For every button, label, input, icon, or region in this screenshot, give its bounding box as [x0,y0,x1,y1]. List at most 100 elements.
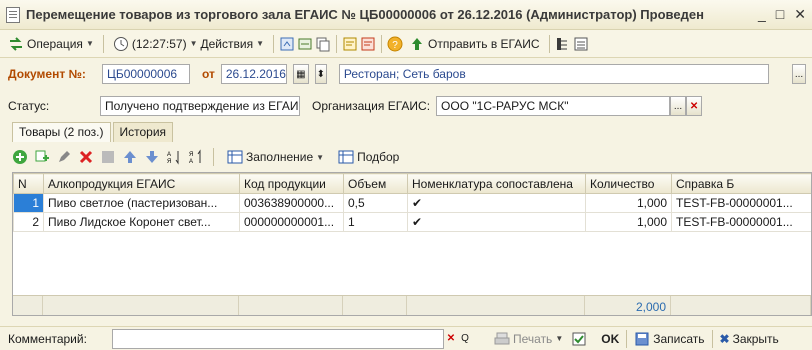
operation-icon [10,36,22,51]
cell-reference[interactable]: TEST-FB-00000001... [671,212,811,232]
time-label: (12:27:57) [131,36,187,51]
toolbar-separator [213,148,214,166]
copy-row-icon[interactable] [34,149,50,165]
date-field[interactable]: 26.12.2016 [220,64,287,84]
copy-icon[interactable] [315,36,331,52]
printer-icon [494,332,510,344]
date-label: от [201,67,215,81]
place-more-button[interactable]: ... [792,64,806,84]
egais-org-label: Организация ЕГАИС: [312,99,431,113]
column-header[interactable]: Код продукции [239,173,344,194]
add-icon[interactable] [12,149,28,165]
structure-icon[interactable] [297,36,313,52]
comment-field[interactable] [112,328,444,349]
column-header[interactable]: Справка Б [671,173,811,194]
cell-quantity[interactable]: 1,000 [585,193,672,213]
row-number: 2 [13,212,44,232]
caret-down-icon: ▼ [85,39,94,48]
place-field[interactable]: Ресторан; Сеть баров [338,64,769,84]
help-icon[interactable]: ? [387,36,403,52]
report-icon[interactable] [342,36,358,52]
column-header[interactable]: N [13,173,44,194]
actions-menu[interactable]: (12:27:57) ▼ Действия ▼ [109,33,268,55]
document-row: Документ №: ЦБ00000006 от 26.12.2016 ▦ ⬍… [0,64,812,84]
document-number-label: Документ №: [8,67,86,81]
move-up-icon[interactable] [122,149,138,165]
grid-toolbar: AЯ ЯA Заполнение ▼ Подбор [12,146,403,168]
close-form-button[interactable]: ✖ Закрыть [716,328,783,350]
org-clear-button[interactable]: ✕ [686,96,703,116]
maximize-button[interactable]: □ [776,6,784,23]
close-label: Закрыть [732,331,779,346]
cell-volume[interactable]: 1 [343,212,408,232]
fill-icon [227,150,243,164]
comment-label: Комментарий: [8,331,87,346]
table-row[interactable]: 2 Пиво Лидское Коронет свет... 000000000… [13,212,811,232]
window-title: Перемещение товаров из торгового зала ЕГ… [26,7,704,22]
caret-down-icon: ▼ [256,39,264,48]
post-icon[interactable] [279,36,295,52]
goods-table[interactable]: N Алкопродукция ЕГАИС Код продукции Объе… [12,172,812,316]
main-toolbar: Операция ▼ (12:27:57) ▼ Действия ▼ ? Отправ… [0,30,812,58]
arrow-up-icon [411,37,422,50]
status-row: Статус: Получено подтверждение из ЕГАИС … [0,96,812,116]
pick-icon [338,150,354,164]
cell-code[interactable]: 003638900000... [239,193,344,213]
document-check-icon[interactable] [571,331,587,347]
column-header[interactable]: Алкопродукция ЕГАИС [43,173,240,194]
spinner-icon: ⬍ [316,68,326,80]
total-quantity: 2,000 [585,296,671,315]
table-footer: 2,000 [13,295,811,315]
comment-clear-button[interactable]: ✕ [444,329,458,349]
hierarchy-icon[interactable] [555,36,571,52]
cell-reference[interactable]: TEST-FB-00000001... [671,193,811,213]
column-header[interactable]: Объем [343,173,408,194]
table-header-row: N Алкопродукция ЕГАИС Код продукции Объе… [13,173,811,194]
sort-desc-icon[interactable]: ЯA [188,149,204,165]
column-header[interactable]: Количество [585,173,672,194]
cell-product[interactable]: Пиво Лидское Коронет свет... [43,212,240,232]
document-icon [6,6,20,23]
caret-down-icon: ▼ [189,39,198,48]
print-label: Печать [513,331,553,346]
operation-menu[interactable]: Операция ▼ [4,33,98,55]
toolbar-separator [380,34,382,53]
sort-asc-icon[interactable]: AЯ [166,149,182,165]
cell-code[interactable]: 000000000001... [239,212,344,232]
ok-button[interactable]: OK [597,328,623,350]
caret-down-icon: ▼ [316,152,325,162]
cell-product[interactable]: Пиво светлое (пастеризован... [43,193,240,213]
edit-icon[interactable] [56,149,72,165]
fill-menu[interactable]: Заполнение ▼ [223,146,328,168]
cell-matched[interactable]: ✔ [407,193,586,213]
org-more-button[interactable]: ... [670,96,687,116]
fill-label: Заполнение [246,150,314,164]
svg-text:Я: Я [189,152,193,158]
end-edit-icon[interactable] [100,149,116,165]
cell-matched[interactable]: ✔ [407,212,586,232]
egais-org-field[interactable]: ООО "1С-РАРУС МСК" [436,96,671,116]
column-header[interactable]: Номенклатура сопоставлена [407,173,586,194]
report-red-icon[interactable] [360,36,376,52]
date-spinner[interactable]: ⬍ [314,64,327,84]
print-menu[interactable]: Печать ▼ [490,328,567,350]
save-icon [635,332,649,345]
minimize-button[interactable]: _ [758,6,766,23]
pick-button[interactable]: Подбор [334,146,403,168]
tab-history[interactable]: История [112,122,174,142]
save-button[interactable]: Записать [630,328,708,350]
move-down-icon[interactable] [144,149,160,165]
table-row[interactable]: 1 Пиво светлое (пастеризован... 00363890… [13,193,811,213]
list-icon[interactable] [573,36,589,52]
send-to-egais-button[interactable]: Отправить в ЕГАИС [405,33,544,55]
comment-search-button[interactable]: Q [458,329,472,349]
delete-icon[interactable] [78,149,94,165]
toolbar-separator [711,329,713,348]
tab-goods[interactable]: Товары (2 поз.) [12,122,111,142]
cell-volume[interactable]: 0,5 [343,193,408,213]
svg-text:A: A [167,152,171,158]
close-button[interactable]: ✕ [794,6,806,23]
cell-quantity[interactable]: 1,000 [585,212,672,232]
document-number-field[interactable]: ЦБ00000006 [101,64,190,84]
calendar-button[interactable]: ▦ [292,64,309,84]
